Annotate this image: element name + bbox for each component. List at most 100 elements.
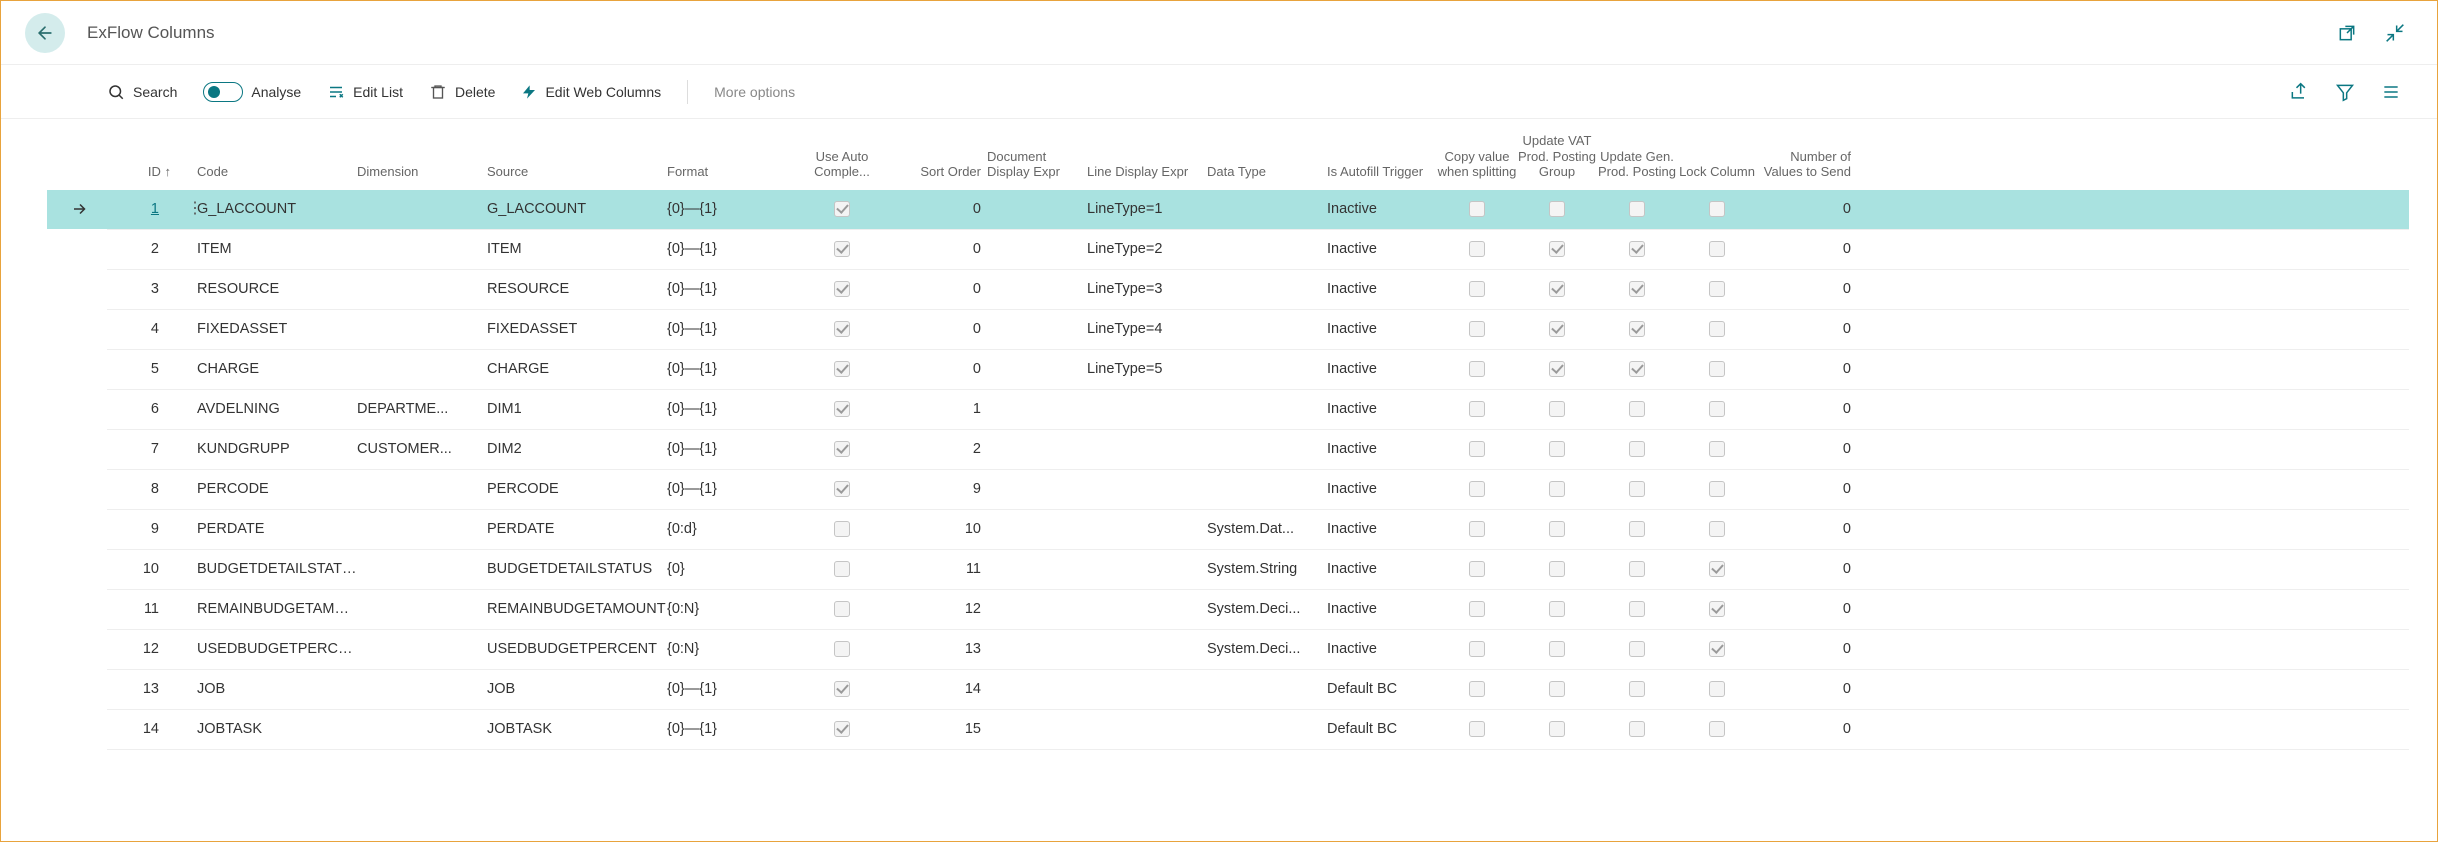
- table-row[interactable]: 13 JOB JOB {0}—{1} 14 Default BC 0: [107, 670, 2409, 710]
- checkbox[interactable]: [1629, 561, 1645, 577]
- checkbox[interactable]: [1629, 401, 1645, 417]
- delete-button[interactable]: Delete: [429, 83, 495, 101]
- cell-copysplit[interactable]: [1437, 241, 1517, 257]
- cell-lock[interactable]: [1677, 721, 1757, 737]
- checkbox[interactable]: [834, 681, 850, 697]
- cell-useauto[interactable]: [797, 641, 887, 657]
- cell-useauto[interactable]: [797, 561, 887, 577]
- cell-datatype[interactable]: System.Dat...: [1207, 521, 1327, 537]
- cell-linedisplay[interactable]: LineType=5: [1087, 361, 1207, 377]
- cell-useauto[interactable]: [797, 601, 887, 617]
- cell-id[interactable]: 8: [107, 481, 177, 497]
- table-row[interactable]: 11 REMAINBUDGETAMOUNT REMAINBUDGETAMOUNT…: [107, 590, 2409, 630]
- cell-updgen[interactable]: [1597, 281, 1677, 297]
- checkbox[interactable]: [1709, 401, 1725, 417]
- checkbox[interactable]: [1469, 561, 1485, 577]
- cell-useauto[interactable]: [797, 281, 887, 297]
- cell-source[interactable]: G_LACCOUNT: [487, 201, 667, 217]
- cell-updvat[interactable]: [1517, 681, 1597, 697]
- cell-useauto[interactable]: [797, 521, 887, 537]
- cell-updvat[interactable]: [1517, 281, 1597, 297]
- col-updgen[interactable]: Update Gen. Prod. Posting: [1597, 149, 1677, 180]
- checkbox[interactable]: [1549, 361, 1565, 377]
- cell-updgen[interactable]: [1597, 321, 1677, 337]
- cell-updvat[interactable]: [1517, 401, 1597, 417]
- cell-sortorder[interactable]: 1: [887, 401, 987, 417]
- cell-id[interactable]: 14: [107, 721, 177, 737]
- checkbox[interactable]: [834, 361, 850, 377]
- collapse-button[interactable]: [2385, 23, 2405, 43]
- checkbox[interactable]: [1629, 641, 1645, 657]
- cell-format[interactable]: {0}—{1}: [667, 401, 797, 417]
- checkbox[interactable]: [1549, 721, 1565, 737]
- cell-copysplit[interactable]: [1437, 521, 1517, 537]
- checkbox[interactable]: [1709, 201, 1725, 217]
- cell-format[interactable]: {0}—{1}: [667, 481, 797, 497]
- row-menu-icon[interactable]: ⋮: [187, 206, 203, 212]
- cell-useauto[interactable]: [797, 361, 887, 377]
- cell-source[interactable]: BUDGETDETAILSTATUS: [487, 561, 667, 577]
- checkbox[interactable]: [1709, 241, 1725, 257]
- cell-autofill[interactable]: Default BC: [1327, 681, 1437, 697]
- cell-updgen[interactable]: [1597, 561, 1677, 577]
- checkbox[interactable]: [1629, 321, 1645, 337]
- cell-copysplit[interactable]: [1437, 441, 1517, 457]
- edit-web-button[interactable]: Edit Web Columns: [521, 83, 661, 101]
- cell-updgen[interactable]: [1597, 361, 1677, 377]
- cell-linedisplay[interactable]: LineType=3: [1087, 281, 1207, 297]
- checkbox[interactable]: [1469, 641, 1485, 657]
- cell-autofill[interactable]: Inactive: [1327, 401, 1437, 417]
- cell-sortorder[interactable]: 0: [887, 241, 987, 257]
- checkbox[interactable]: [1629, 241, 1645, 257]
- cell-sortorder[interactable]: 0: [887, 281, 987, 297]
- cell-sortorder[interactable]: 9: [887, 481, 987, 497]
- col-numvalues[interactable]: Number of Values to Send: [1757, 149, 1857, 180]
- cell-updgen[interactable]: [1597, 481, 1677, 497]
- cell-format[interactable]: {0}—{1}: [667, 241, 797, 257]
- filter-button[interactable]: [2335, 82, 2355, 102]
- cell-updvat[interactable]: [1517, 441, 1597, 457]
- table-row[interactable]: 14 JOBTASK JOBTASK {0}—{1} 15 Default BC…: [107, 710, 2409, 750]
- cell-format[interactable]: {0}—{1}: [667, 361, 797, 377]
- cell-sortorder[interactable]: 12: [887, 601, 987, 617]
- cell-lock[interactable]: [1677, 681, 1757, 697]
- cell-updgen[interactable]: [1597, 401, 1677, 417]
- checkbox[interactable]: [1469, 721, 1485, 737]
- checkbox[interactable]: [834, 281, 850, 297]
- cell-copysplit[interactable]: [1437, 561, 1517, 577]
- cell-id[interactable]: 13: [107, 681, 177, 697]
- checkbox[interactable]: [834, 561, 850, 577]
- cell-code[interactable]: FIXEDASSET: [197, 321, 357, 337]
- cell-id[interactable]: 3: [107, 281, 177, 297]
- checkbox[interactable]: [1549, 601, 1565, 617]
- cell-datatype[interactable]: System.Deci...: [1207, 601, 1327, 617]
- share-button[interactable]: [2289, 82, 2309, 102]
- checkbox[interactable]: [1469, 241, 1485, 257]
- checkbox[interactable]: [1469, 361, 1485, 377]
- cell-id[interactable]: 1: [107, 201, 177, 217]
- cell-sortorder[interactable]: 0: [887, 201, 987, 217]
- checkbox[interactable]: [1629, 601, 1645, 617]
- cell-source[interactable]: DIM2: [487, 441, 667, 457]
- checkbox[interactable]: [1629, 721, 1645, 737]
- cell-lock[interactable]: [1677, 481, 1757, 497]
- cell-numvalues[interactable]: 0: [1757, 241, 1857, 257]
- cell-autofill[interactable]: Inactive: [1327, 321, 1437, 337]
- cell-code[interactable]: RESOURCE: [197, 281, 357, 297]
- col-useauto[interactable]: Use Auto Comple...: [797, 149, 887, 180]
- checkbox[interactable]: [834, 321, 850, 337]
- cell-updgen[interactable]: [1597, 521, 1677, 537]
- cell-dimension[interactable]: CUSTOMER...: [357, 441, 487, 457]
- cell-autofill[interactable]: Inactive: [1327, 201, 1437, 217]
- cell-format[interactable]: {0}—{1}: [667, 441, 797, 457]
- checkbox[interactable]: [1629, 481, 1645, 497]
- table-row[interactable]: 8 PERCODE PERCODE {0}—{1} 9 Inactive 0: [107, 470, 2409, 510]
- checkbox[interactable]: [1709, 321, 1725, 337]
- cell-code[interactable]: AVDELNING: [197, 401, 357, 417]
- cell-sortorder[interactable]: 2: [887, 441, 987, 457]
- cell-source[interactable]: USEDBUDGETPERCENT: [487, 641, 667, 657]
- col-id[interactable]: ID ↑: [107, 164, 177, 180]
- cell-code[interactable]: USEDBUDGETPERCENT: [197, 641, 357, 657]
- cell-useauto[interactable]: [797, 241, 887, 257]
- cell-datatype[interactable]: System.Deci...: [1207, 641, 1327, 657]
